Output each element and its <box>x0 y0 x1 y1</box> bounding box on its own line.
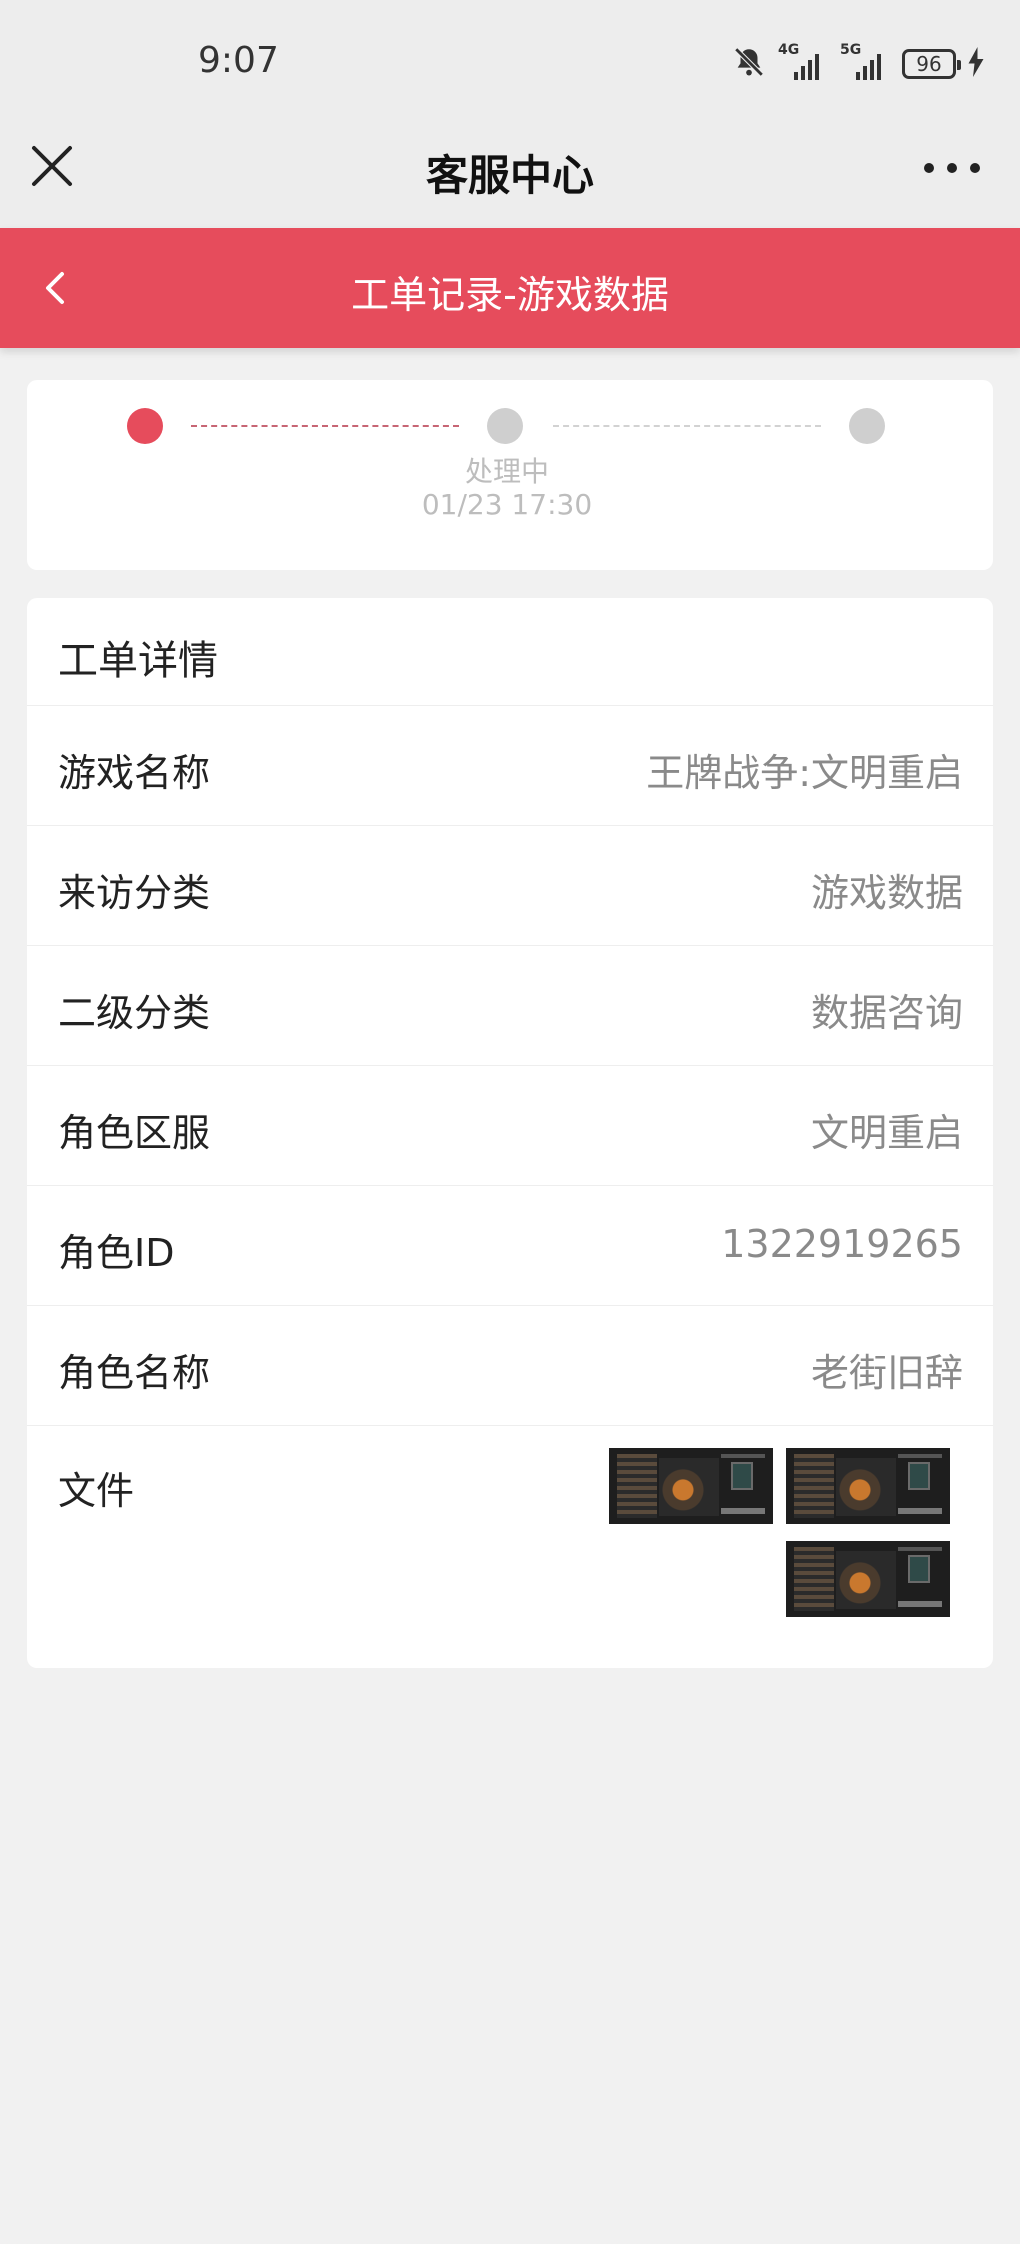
page-title: 客服中心 <box>425 151 594 200</box>
step-label: 处理中 <box>464 455 549 488</box>
details-card: 工单详情 游戏名称 王牌战争:文明重启 来访分类 游戏数据 二级分类 数据咨询 … <box>27 598 993 1668</box>
detail-value: 文明重启 <box>810 1111 963 1155</box>
files-label: 文件 <box>58 1469 135 1513</box>
details-heading: 工单详情 <box>58 638 218 684</box>
detail-row-game-name: 游戏名称 王牌战争:文明重启 <box>27 706 993 826</box>
detail-row-role-id: 角色ID 1322919265 <box>27 1186 993 1306</box>
signal-5g-icon: 5G <box>840 42 890 82</box>
detail-row-role-name: 角色名称 老街旧辞 <box>27 1306 993 1426</box>
detail-value: 数据咨询 <box>810 991 963 1035</box>
file-thumbnail[interactable] <box>786 1541 950 1617</box>
status-icons: 4G 5G 96 <box>732 42 984 84</box>
detail-label: 角色名称 <box>58 1351 211 1395</box>
detail-row-sub-category: 二级分类 数据咨询 <box>27 946 993 1066</box>
step-dot-processing <box>487 408 523 444</box>
bell-off-icon <box>732 45 766 83</box>
detail-value: 1322919265 <box>721 1222 963 1266</box>
detail-value: 王牌战争:文明重启 <box>646 751 963 795</box>
step-time: 01/23 17:30 <box>421 488 593 521</box>
section-title: 工单记录-游戏数据 <box>351 273 669 317</box>
battery-icon: 96 <box>902 49 961 79</box>
detail-row-files: 文件 <box>27 1426 993 1666</box>
detail-label: 角色ID <box>58 1231 175 1275</box>
battery-level: 96 <box>916 52 942 76</box>
detail-value: 老街旧辞 <box>810 1351 963 1395</box>
section-header: 工单记录-游戏数据 <box>0 228 1020 348</box>
step-dot-submitted <box>127 408 163 444</box>
step-connector-1 <box>191 425 459 427</box>
detail-row-server: 角色区服 文明重启 <box>27 1066 993 1186</box>
detail-label: 来访分类 <box>58 871 211 915</box>
detail-value: 游戏数据 <box>810 871 963 915</box>
file-thumbnail[interactable] <box>786 1448 950 1524</box>
detail-row-visit-category: 来访分类 游戏数据 <box>27 826 993 946</box>
status-bar: 9:07 4G 5G 96 <box>0 0 1020 120</box>
charging-icon <box>968 47 984 81</box>
file-thumbnail[interactable] <box>609 1448 773 1524</box>
status-time: 9:07 <box>198 40 279 81</box>
detail-label: 游戏名称 <box>58 751 211 795</box>
signal-4g-icon: 4G <box>778 42 828 82</box>
app-titlebar: 客服中心 <box>0 120 1020 228</box>
detail-label: 角色区服 <box>58 1111 211 1155</box>
more-icon[interactable] <box>924 158 980 178</box>
detail-label: 二级分类 <box>58 991 211 1035</box>
progress-card: 处理中 01/23 17:30 <box>27 380 993 570</box>
step-connector-2 <box>553 425 821 427</box>
details-heading-row: 工单详情 <box>27 598 993 706</box>
step-dot-completed <box>849 408 885 444</box>
